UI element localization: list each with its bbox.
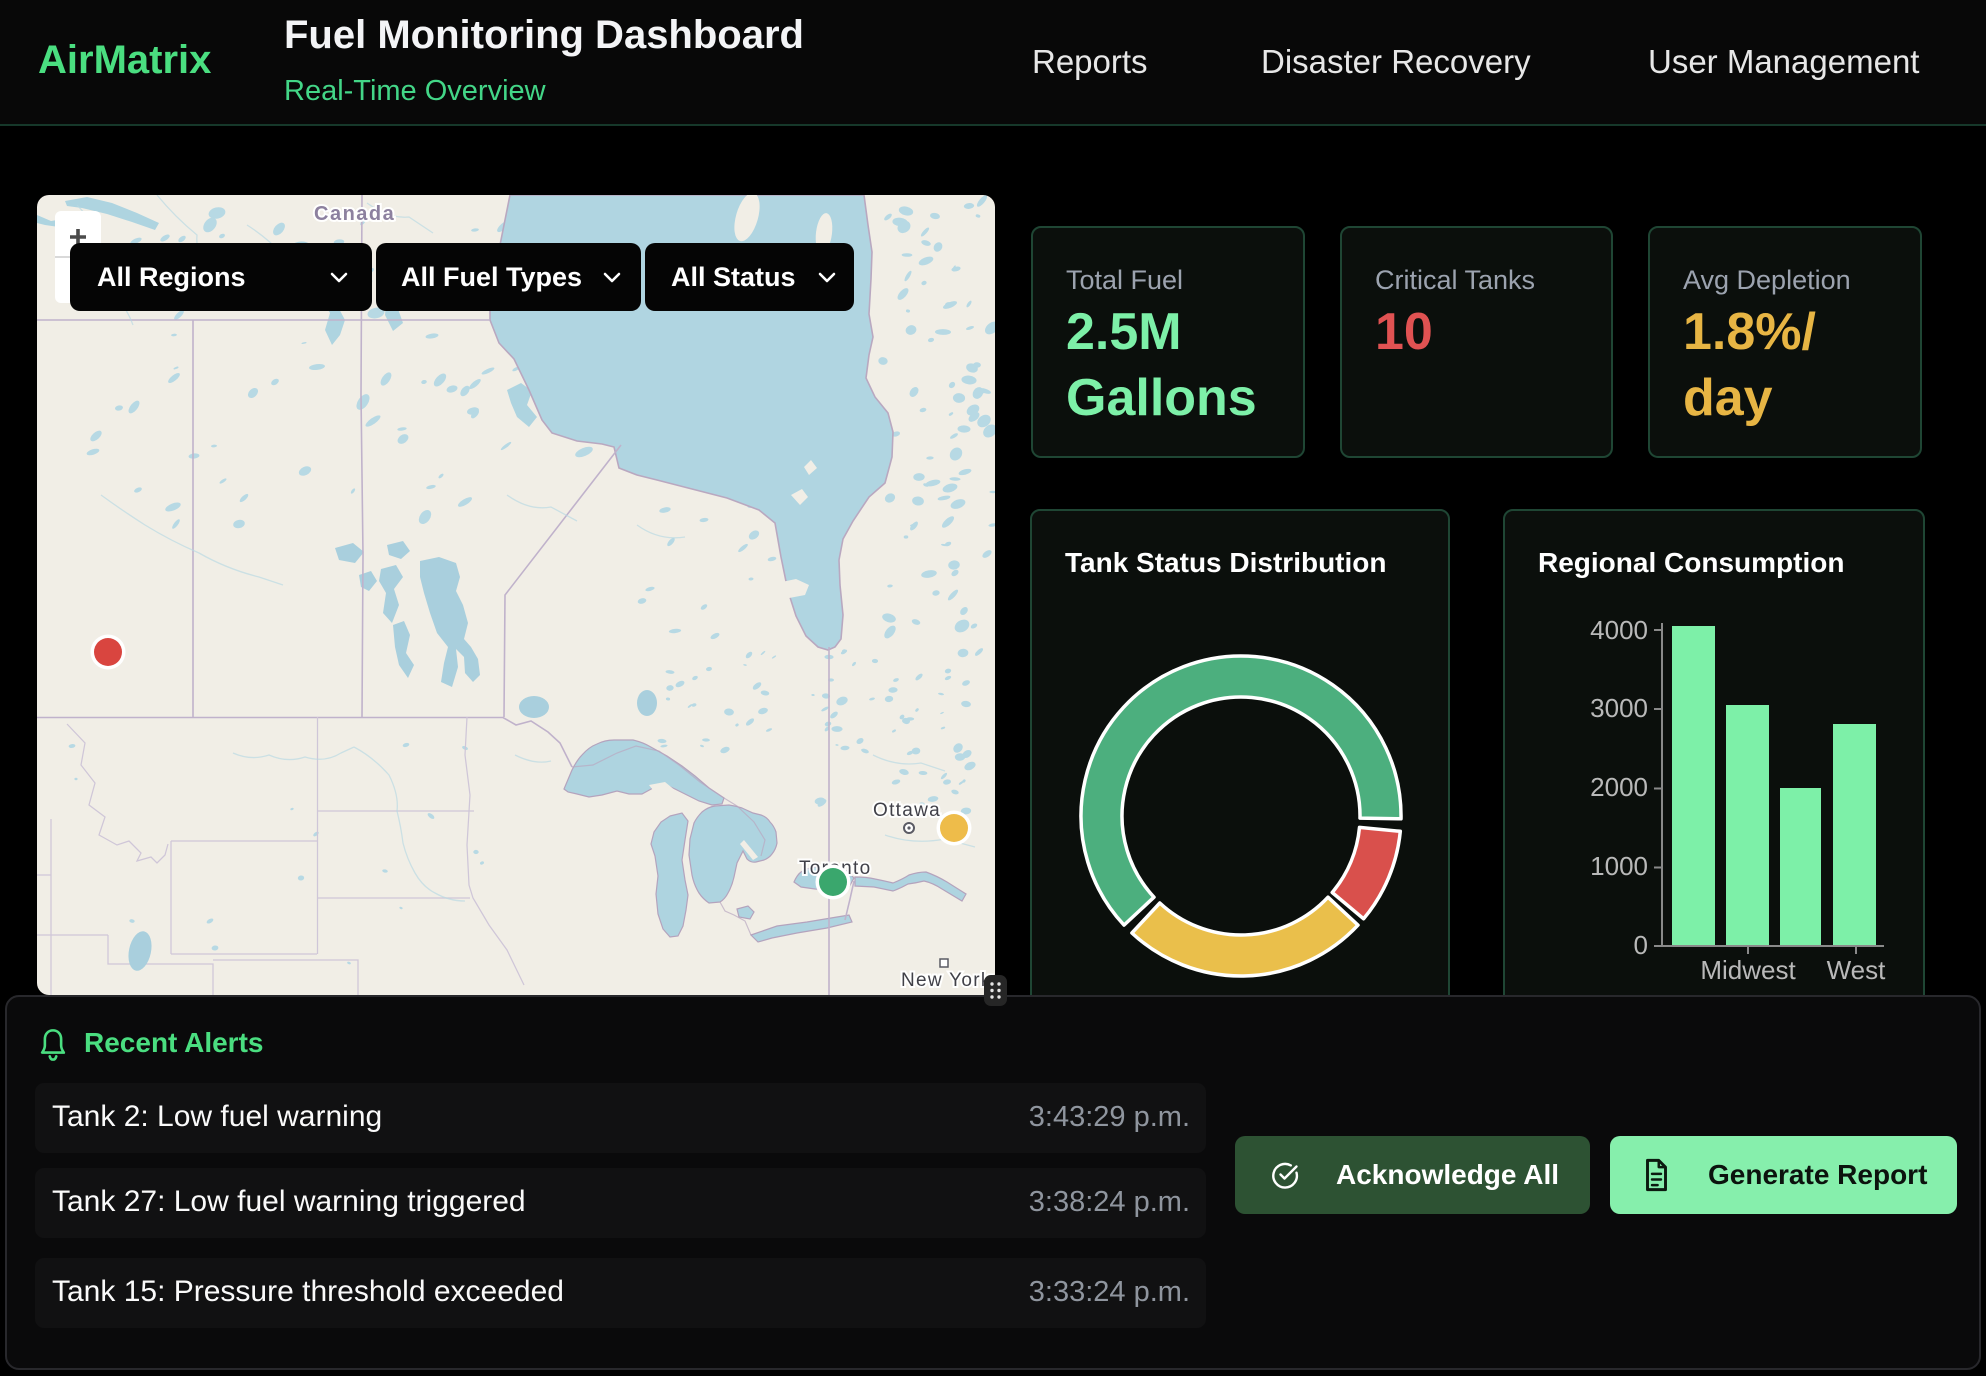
svg-text:4000: 4000 [1590, 615, 1648, 645]
svg-text:New York: New York [901, 970, 992, 991]
svg-text:1000: 1000 [1590, 851, 1648, 881]
svg-text:Canada: Canada [314, 203, 395, 225]
svg-text:0: 0 [1634, 930, 1648, 960]
svg-text:2000: 2000 [1590, 772, 1648, 802]
svg-text:3000: 3000 [1590, 693, 1648, 723]
svg-text:West: West [1827, 955, 1887, 985]
svg-text:Midwest: Midwest [1700, 955, 1796, 985]
svg-text:Ottawa: Ottawa [873, 800, 941, 821]
